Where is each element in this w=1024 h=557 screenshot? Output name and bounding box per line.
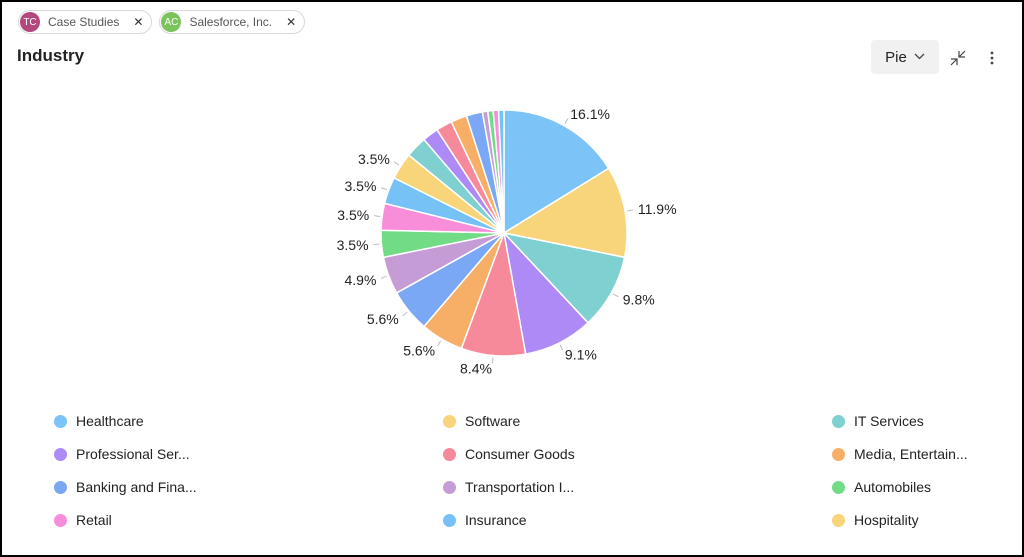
legend-item[interactable]: Banking and Fina...: [54, 479, 197, 495]
slice-leader-line: [437, 340, 442, 347]
legend-label: Retail: [76, 512, 112, 528]
slice-leader-line: [373, 243, 380, 246]
legend-label: Consumer Goods: [465, 446, 575, 462]
legend-label: Automobiles: [854, 479, 932, 495]
legend-item[interactable]: Software: [443, 413, 520, 429]
legend-item[interactable]: Consumer Goods: [443, 446, 575, 462]
legend-item[interactable]: Healthcare: [54, 413, 144, 429]
slice-leader-line: [402, 311, 408, 317]
legend-item[interactable]: IT Services: [832, 413, 924, 429]
chart-card: TC Case Studies ✕ AC Salesforce, Inc. ✕ …: [0, 0, 1024, 557]
slice-leader-line: [393, 161, 400, 166]
slice-leader-line: [491, 357, 494, 364]
slice-leader-line: [380, 275, 387, 279]
slice-data-label: 9.8%: [623, 291, 655, 307]
legend-label: Banking and Fina...: [76, 479, 197, 495]
slice-data-label: 3.5%: [345, 178, 377, 194]
legend-dot: [54, 513, 67, 527]
slice-leader-line: [626, 209, 634, 212]
legend-dot: [54, 414, 67, 428]
slice-leader-line: [380, 187, 387, 191]
legend-label: Hospitality: [854, 512, 919, 528]
slice-data-label: 16.1%: [570, 106, 610, 122]
slice-data-label: 9.1%: [565, 347, 597, 363]
slice-data-label: 5.6%: [403, 342, 435, 358]
legend-dot: [54, 480, 67, 494]
slice-leader-line: [374, 215, 381, 217]
legend-item[interactable]: Insurance: [443, 512, 526, 528]
legend-label: IT Services: [854, 413, 924, 429]
legend-label: Media, Entertain...: [854, 446, 968, 462]
legend-dot: [443, 414, 456, 428]
slice-leader-line: [564, 118, 569, 125]
legend-label: Software: [465, 413, 521, 429]
legend-item[interactable]: Hospitality: [832, 512, 919, 528]
legend-item[interactable]: Media, Entertain...: [832, 446, 968, 462]
slice-data-label: 3.5%: [337, 207, 369, 223]
legend-label: Insurance: [465, 512, 527, 528]
slice-data-label: 11.9%: [638, 201, 677, 217]
slice-data-label: 8.4%: [460, 360, 492, 376]
slice-leader-line: [559, 344, 564, 351]
legend-label: Healthcare: [76, 413, 144, 429]
legend-item[interactable]: Automobiles: [832, 479, 931, 495]
legend-dot: [832, 447, 845, 461]
legend-item[interactable]: Retail: [54, 512, 112, 528]
slice-data-label: 3.5%: [337, 237, 369, 253]
legend-dot: [832, 414, 845, 428]
legend-item[interactable]: Transportation I...: [443, 479, 574, 495]
legend-dot: [832, 480, 845, 494]
slice-data-label: 5.6%: [367, 311, 399, 327]
slice-leader-line: [612, 293, 619, 298]
legend-dot: [832, 513, 845, 527]
slice-data-label: 4.9%: [345, 272, 377, 288]
legend-dot: [443, 480, 456, 494]
legend-item[interactable]: Professional Ser...: [54, 446, 190, 462]
pie-chart: 16.1% 11.9% 9.8% 9.1% 8.4% 5.6%5.6% 4.9% 3.5% 3.…: [337, 106, 677, 376]
legend-label: Professional Ser...: [76, 446, 190, 462]
legend-dot: [54, 447, 67, 461]
slice-data-label: 3.5%: [358, 151, 390, 167]
legend-dot: [443, 513, 456, 527]
legend-label: Transportation I...: [465, 479, 575, 495]
legend-dot: [443, 447, 456, 461]
